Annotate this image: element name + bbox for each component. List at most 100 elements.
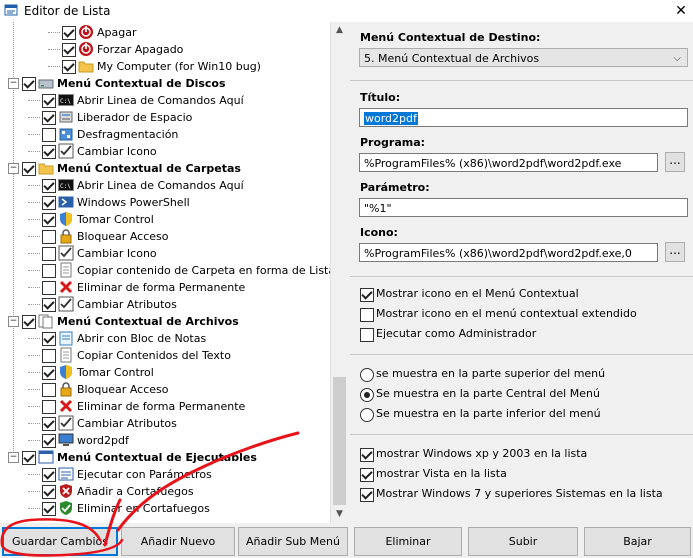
- titulo-input[interactable]: word2pdf: [359, 108, 688, 127]
- close-button[interactable]: ✕: [669, 0, 693, 22]
- tree-item-checkbox[interactable]: [62, 43, 76, 57]
- tree-item[interactable]: Cambiar Atributos: [0, 296, 330, 313]
- tree-guide-line: [28, 100, 40, 101]
- move-up-button[interactable]: Subir: [468, 527, 578, 556]
- tree-item-checkbox[interactable]: [42, 145, 56, 159]
- tree-guide-line: [28, 355, 40, 356]
- tree-item-checkbox[interactable]: [42, 400, 56, 414]
- add-submenu-button[interactable]: Añadir Sub Menú: [238, 527, 348, 556]
- tree-item[interactable]: Cambiar Icono: [0, 143, 330, 160]
- tree-item[interactable]: Abrir con Bloc de Notas: [0, 330, 330, 347]
- tree-item[interactable]: Copiar contenido de Carpeta en forma de …: [0, 262, 335, 279]
- tree-item-label: Abrir Linea de Comandos Aquí: [77, 179, 244, 192]
- collapse-icon[interactable]: −: [8, 78, 19, 89]
- red-x-icon: [59, 280, 73, 294]
- tree-group-menu-contextual-de-discos[interactable]: − Menú Contextual de Discos: [0, 75, 330, 92]
- tree-item[interactable]: Bloquear Acceso: [0, 228, 330, 245]
- tree-item[interactable]: Desfragmentación: [0, 126, 330, 143]
- tree-group-menu-contextual-de-carpetas[interactable]: − Menú Contextual de Carpetas: [0, 160, 330, 177]
- extended-menu-checkbox[interactable]: [360, 308, 374, 322]
- tree-item-checkbox[interactable]: [42, 383, 56, 397]
- tree-group-menu-contextual-de-archivos[interactable]: − Menú Contextual de Archivos: [0, 313, 330, 330]
- icono-browse-button[interactable]: ...: [665, 242, 685, 262]
- save-changes-button[interactable]: Guardar Cambios: [2, 527, 118, 556]
- tree-item-checkbox[interactable]: [22, 162, 36, 176]
- tree-item[interactable]: Tomar Control: [0, 211, 330, 228]
- tree-item-checkbox[interactable]: [42, 281, 56, 295]
- tree-scrollbar[interactable]: ▲ ▼: [330, 22, 348, 523]
- menu-tree[interactable]: Apagar Forzar Apagado My Computer (for Win…: [0, 22, 347, 523]
- tree-item-checkbox[interactable]: [42, 128, 56, 142]
- tree-item[interactable]: Cambiar Atributos: [0, 415, 330, 432]
- position-top-radio[interactable]: [360, 368, 374, 382]
- tree-item-checkbox[interactable]: [42, 298, 56, 312]
- scroll-thumb[interactable]: [333, 377, 346, 505]
- tree-item[interactable]: Añadir a Cortafuegos: [0, 483, 330, 500]
- tree-item[interactable]: Eliminar de forma Permanente: [0, 398, 330, 415]
- tree-item-checkbox[interactable]: [62, 60, 76, 74]
- properties-panel: Menú Contextual de Destino: 5. Menú Cont…: [350, 22, 693, 523]
- collapse-icon[interactable]: −: [8, 163, 19, 174]
- tree-item[interactable]: Cambiar Icono: [0, 245, 330, 262]
- tree-item-checkbox[interactable]: [42, 485, 56, 499]
- tree-item[interactable]: Liberador de Espacio: [0, 109, 330, 126]
- tree-item[interactable]: Eliminar de forma Permanente: [0, 279, 330, 296]
- parametro-input[interactable]: "%1": [359, 198, 688, 217]
- delete-button[interactable]: Eliminar: [354, 527, 462, 556]
- tree-item-checkbox[interactable]: [42, 94, 56, 108]
- tree-item-checkbox[interactable]: [42, 349, 56, 363]
- tree-item-checkbox[interactable]: [42, 111, 56, 125]
- tree-group-menu-contextual-de-ejecutables[interactable]: − Menú Contextual de Ejecutables: [0, 449, 330, 466]
- scroll-down-arrow-icon[interactable]: ▼: [331, 506, 348, 523]
- tree-item-checkbox[interactable]: [42, 179, 56, 193]
- tree-item-checkbox[interactable]: [42, 196, 56, 210]
- tree-item[interactable]: Apagar: [0, 24, 330, 41]
- add-new-button[interactable]: Añadir Nuevo: [121, 527, 235, 556]
- show-vista-checkbox[interactable]: [360, 468, 374, 482]
- show-xp-checkbox[interactable]: [360, 448, 374, 462]
- tree-item-checkbox[interactable]: [62, 26, 76, 40]
- show-win7-checkbox[interactable]: [360, 488, 374, 502]
- tree-item-checkbox[interactable]: [42, 230, 56, 244]
- tree-item-label: Eliminar de forma Permanente: [77, 400, 246, 413]
- tree-item[interactable]: Windows PowerShell: [0, 194, 330, 211]
- position-center-radio[interactable]: [360, 388, 374, 402]
- tree-item-checkbox[interactable]: [42, 417, 56, 431]
- tree-item[interactable]: Eliminar en Cortafuegos: [0, 500, 330, 517]
- tree-item-checkbox[interactable]: [42, 366, 56, 380]
- tree-item-label: Menú Contextual de Archivos: [57, 315, 239, 328]
- tree-item[interactable]: Copiar Contenidos del Texto: [0, 347, 330, 364]
- position-bottom-radio[interactable]: [360, 408, 374, 422]
- tree-item-checkbox[interactable]: [42, 332, 56, 346]
- tree-item-checkbox[interactable]: [42, 264, 56, 278]
- tree-item-checkbox[interactable]: [22, 77, 36, 91]
- collapse-icon[interactable]: −: [8, 316, 19, 327]
- tree-item[interactable]: C:\ Abrir Linea de Comandos Aquí: [0, 92, 330, 109]
- tree-item-checkbox[interactable]: [42, 434, 56, 448]
- tree-item[interactable]: C:\ Abrir Linea de Comandos Aquí: [0, 177, 330, 194]
- programa-input[interactable]: %ProgramFiles% (x86)\word2pdf\word2pdf.e…: [359, 153, 658, 172]
- tree-item-checkbox[interactable]: [42, 247, 56, 261]
- tree-item-checkbox[interactable]: [22, 315, 36, 329]
- tree-item-checkbox[interactable]: [22, 451, 36, 465]
- move-down-button[interactable]: Bajar: [584, 527, 691, 556]
- tree-item-checkbox[interactable]: [42, 213, 56, 227]
- tree-item[interactable]: word2pdf: [0, 432, 330, 449]
- tree-item[interactable]: Tomar Control: [0, 364, 330, 381]
- tree-item-label: Añadir a Cortafuegos: [77, 485, 194, 498]
- tree-item[interactable]: Bloquear Acceso: [0, 381, 330, 398]
- collapse-icon[interactable]: −: [8, 452, 19, 463]
- tree-item[interactable]: Forzar Apagado: [0, 41, 330, 58]
- tree-item-checkbox[interactable]: [42, 502, 56, 516]
- tree-item[interactable]: Ejecutar con Parámetros: [0, 466, 330, 483]
- scroll-up-arrow-icon[interactable]: ▲: [331, 22, 348, 39]
- run-as-admin-checkbox[interactable]: [360, 328, 374, 342]
- window-icon: [38, 450, 54, 464]
- destino-select[interactable]: 5. Menú Contextual de Archivos ⌵: [359, 48, 688, 67]
- programa-browse-button[interactable]: ...: [665, 152, 685, 172]
- tree-item-label: Tomar Control: [77, 213, 154, 226]
- show-icon-checkbox[interactable]: [360, 288, 374, 302]
- icono-input[interactable]: %ProgramFiles% (x86)\word2pdf\word2pdf.e…: [359, 243, 658, 262]
- tree-item-checkbox[interactable]: [42, 468, 56, 482]
- tree-item[interactable]: My Computer (for Win10 bug): [0, 58, 330, 75]
